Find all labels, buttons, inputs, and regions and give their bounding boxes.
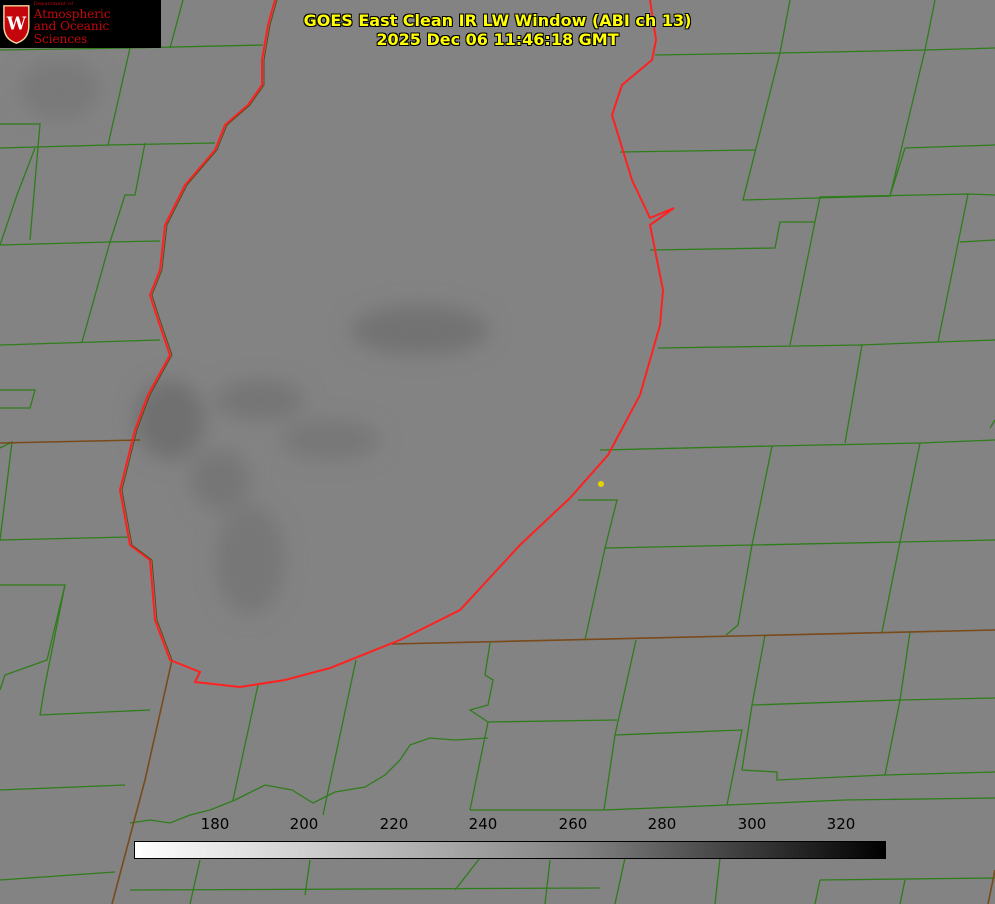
satellite-map[interactable] (0, 0, 995, 904)
colorbar-tick-label: 220 (379, 815, 409, 833)
colorbar-tick-label: 200 (289, 815, 319, 833)
colorbar-tick-label: 300 (737, 815, 767, 833)
image-title: GOES East Clean IR LW Window (ABI ch 13)… (255, 11, 740, 49)
logo-name-line2: and Oceanic Sciences (33, 19, 110, 46)
title-product: GOES East Clean IR LW Window (ABI ch 13) (303, 11, 692, 30)
colorbar-tick-label: 280 (647, 815, 677, 833)
svg-text:W: W (6, 15, 27, 35)
uw-aos-logo[interactable]: W Department of Atmospheric and Oceanic … (0, 0, 161, 48)
colorbar-tick-label: 260 (558, 815, 588, 833)
colorbar-tick-label: 320 (826, 815, 856, 833)
location-marker[interactable] (598, 481, 604, 487)
uw-crest-icon: W (3, 5, 30, 44)
title-timestamp: 2025 Dec 06 11:46:18 GMT (376, 30, 619, 49)
colorbar-tick-label: 240 (468, 815, 498, 833)
temperature-colorbar (134, 841, 886, 859)
colorbar-tick-label: 180 (200, 815, 230, 833)
